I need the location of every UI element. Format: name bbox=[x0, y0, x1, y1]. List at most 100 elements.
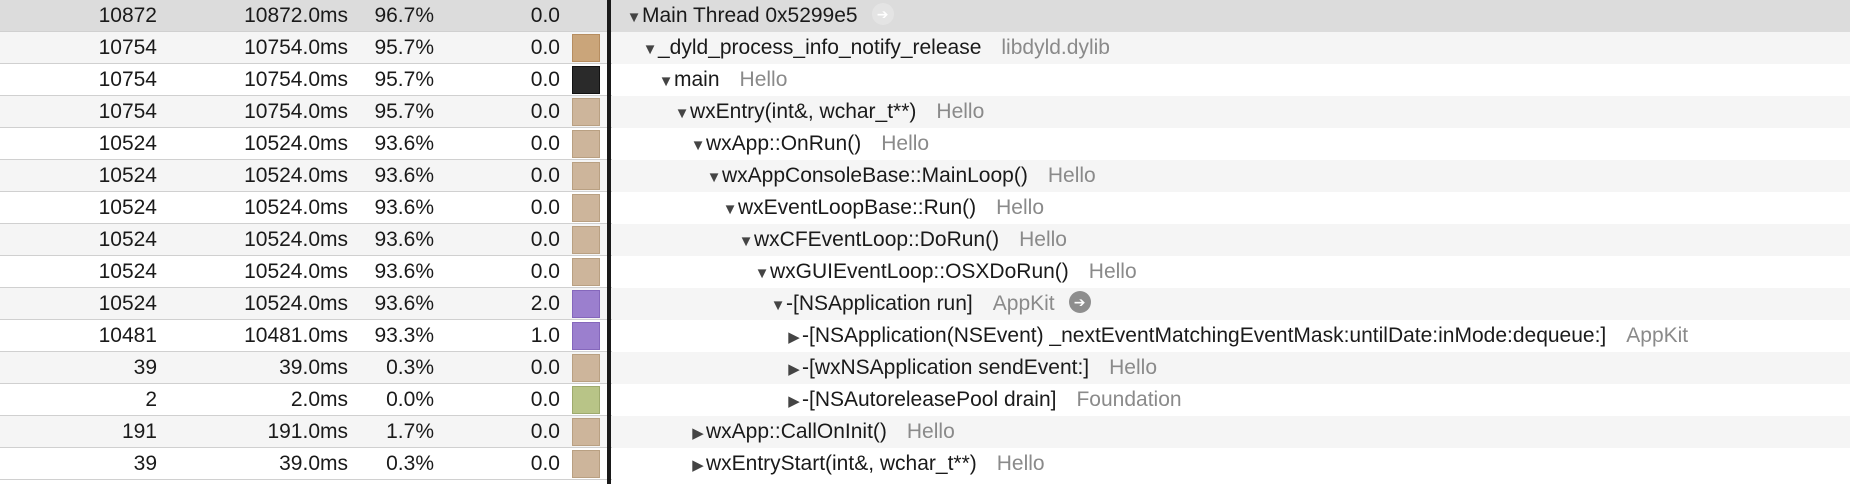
disclosure-expanded-icon[interactable]: ▼ bbox=[658, 66, 674, 98]
symbol-name: wxEntryStart(int&, wchar_t**) bbox=[706, 452, 977, 475]
library-icon-badge bbox=[572, 226, 600, 254]
library-icon bbox=[571, 416, 603, 448]
symbol-cell[interactable]: ▶ -[NSAutoreleasePool drain] Foundation bbox=[626, 384, 1850, 416]
disclosure-collapsed-icon[interactable]: ▶ bbox=[786, 322, 802, 354]
disclosure-expanded-icon[interactable]: ▼ bbox=[738, 226, 754, 258]
running-percent: 93.6% bbox=[374, 132, 434, 155]
focus-arrow-icon[interactable]: ➔ bbox=[871, 3, 894, 26]
foundation-icon bbox=[571, 384, 603, 416]
running-time: 10524.0ms bbox=[244, 164, 348, 187]
disclosure-expanded-icon[interactable]: ▼ bbox=[754, 258, 770, 290]
call-tree-row[interactable]: 10481 10481.0ms 93.3% 1.0 ▶ -[NSApplication(N… bbox=[0, 320, 1850, 352]
user-icon-badge bbox=[572, 66, 600, 94]
disclosure-collapsed-icon[interactable]: ▶ bbox=[786, 386, 802, 418]
library-icon-badge bbox=[572, 162, 600, 190]
self-weight: 0.0 bbox=[530, 452, 560, 475]
library-icon bbox=[571, 128, 603, 160]
symbol-cell[interactable]: ▼-[NSApplication run] AppKit ➔ bbox=[626, 288, 1850, 320]
library-name: Foundation bbox=[1076, 388, 1182, 411]
self-weight: 0.0 bbox=[530, 420, 560, 443]
call-tree-row[interactable]: 10754 10754.0ms 95.7% 0.0 ▼_dyld_process_inf… bbox=[0, 32, 1850, 64]
call-tree-row[interactable]: 10872 10872.0ms 96.7% 0.0 ▼Main Thread 0x529… bbox=[0, 0, 1850, 32]
symbol-cell[interactable]: ▼wxEntry(int&, wchar_t**) Hello bbox=[626, 96, 1850, 128]
library-icon bbox=[571, 224, 603, 256]
library-name: Hello bbox=[1047, 164, 1096, 187]
appkit-icon bbox=[571, 288, 603, 320]
symbol-name: -[NSAutoreleasePool drain] bbox=[802, 388, 1057, 411]
symbol-cell[interactable]: ▶ wxEntryStart(int&, wchar_t**) Hello bbox=[626, 448, 1850, 480]
sample-count: 2 bbox=[145, 388, 157, 411]
call-tree-row[interactable]: 10524 10524.0ms 93.6% 0.0 ▼wxCFEventLoop::Do… bbox=[0, 224, 1850, 256]
sample-count: 10524 bbox=[98, 132, 157, 155]
running-time: 10524.0ms bbox=[244, 228, 348, 251]
symbol-cell[interactable]: ▶ -[wxNSApplication sendEvent:] Hello bbox=[626, 352, 1850, 384]
disclosure-expanded-icon[interactable]: ▼ bbox=[770, 290, 786, 322]
disclosure-expanded-icon[interactable]: ▼ bbox=[706, 162, 722, 194]
library-name: Hello bbox=[1109, 356, 1157, 379]
self-weight: 2.0 bbox=[530, 292, 560, 315]
call-tree-row[interactable]: 191 191.0ms 1.7% 0.0 ▶ wxApp::CallOnInit() Hel… bbox=[0, 416, 1850, 448]
user-icon bbox=[571, 64, 603, 96]
library-name: Hello bbox=[881, 132, 930, 155]
library-icon-badge bbox=[572, 418, 600, 446]
focus-arrow-icon[interactable]: ➔ bbox=[1068, 291, 1091, 314]
disclosure-expanded-icon[interactable]: ▼ bbox=[626, 2, 642, 34]
self-weight: 0.0 bbox=[530, 228, 560, 251]
symbol-cell[interactable]: ▼wxCFEventLoop::DoRun() Hello bbox=[626, 224, 1850, 256]
column-divider[interactable] bbox=[607, 0, 611, 484]
running-percent: 95.7% bbox=[374, 36, 434, 59]
sample-count: 10754 bbox=[98, 68, 157, 91]
library-icon bbox=[571, 192, 603, 224]
disclosure-expanded-icon[interactable]: ▼ bbox=[642, 34, 658, 66]
appkit-icon-badge bbox=[572, 290, 600, 318]
appkit-icon-badge bbox=[572, 322, 600, 350]
symbol-cell[interactable]: ▼wxGUIEventLoop::OSXDoRun() Hello bbox=[626, 256, 1850, 288]
symbol-cell[interactable]: ▼wxApp::OnRun() Hello bbox=[626, 128, 1850, 160]
symbol-name: -[wxNSApplication sendEvent:] bbox=[802, 356, 1090, 379]
running-percent: 93.3% bbox=[374, 324, 434, 347]
disclosure-collapsed-icon[interactable]: ▶ bbox=[690, 450, 706, 482]
symbol-cell[interactable]: ▼wxAppConsoleBase::MainLoop() Hello bbox=[626, 160, 1850, 192]
running-percent: 93.6% bbox=[374, 260, 434, 283]
call-tree-row[interactable]: 39 39.0ms 0.3% 0.0 ▶ wxEntryStart(int&, wchar… bbox=[0, 448, 1850, 480]
disclosure-expanded-icon[interactable]: ▼ bbox=[674, 98, 690, 130]
gear-icon-badge bbox=[572, 34, 600, 62]
sample-count: 10524 bbox=[98, 164, 157, 187]
running-time: 10754.0ms bbox=[244, 68, 348, 91]
running-percent: 93.6% bbox=[374, 196, 434, 219]
running-time: 2.0ms bbox=[290, 388, 348, 411]
running-time: 39.0ms bbox=[279, 452, 348, 475]
disclosure-collapsed-icon[interactable]: ▶ bbox=[690, 418, 706, 450]
call-tree-row[interactable]: 10524 10524.0ms 93.6% 0.0 ▼wxGUIEventLoop::O… bbox=[0, 256, 1850, 288]
self-weight: 0.0 bbox=[530, 356, 560, 379]
call-tree-row[interactable]: 10754 10754.0ms 95.7% 0.0 ▼main Hello bbox=[0, 64, 1850, 96]
symbol-cell[interactable]: ▶ wxApp::CallOnInit() Hello bbox=[626, 416, 1850, 448]
symbol-cell[interactable]: ▼main Hello bbox=[626, 64, 1850, 96]
call-tree-row[interactable]: 39 39.0ms 0.3% 0.0 ▶ -[wxNSApplication sendEv… bbox=[0, 352, 1850, 384]
call-tree-row[interactable]: 10524 10524.0ms 93.6% 2.0 ▼-[NSApplication r… bbox=[0, 288, 1850, 320]
symbol-cell[interactable]: ▶ -[NSApplication(NSEvent) _nextEventMatc… bbox=[626, 320, 1850, 352]
call-tree-row[interactable]: 10524 10524.0ms 93.6% 0.0 ▼wxAppConsoleBase:… bbox=[0, 160, 1850, 192]
disclosure-expanded-icon[interactable]: ▼ bbox=[690, 130, 706, 162]
self-weight: 0.0 bbox=[530, 4, 560, 27]
call-tree-row[interactable]: 10524 10524.0ms 93.6% 0.0 ▼wxApp::OnRun() Hel… bbox=[0, 128, 1850, 160]
disclosure-expanded-icon[interactable]: ▼ bbox=[722, 194, 738, 226]
running-percent: 0.0% bbox=[386, 388, 434, 411]
call-tree-row[interactable]: 10754 10754.0ms 95.7% 0.0 ▼wxEntry(int&, wch… bbox=[0, 96, 1850, 128]
running-time: 10524.0ms bbox=[244, 292, 348, 315]
library-icon bbox=[571, 448, 603, 480]
symbol-cell[interactable]: ▼wxEventLoopBase::Run() Hello bbox=[626, 192, 1850, 224]
call-tree[interactable]: 10872 10872.0ms 96.7% 0.0 ▼Main Thread 0x529… bbox=[0, 0, 1850, 484]
self-weight: 1.0 bbox=[530, 324, 560, 347]
symbol-cell[interactable]: ▼Main Thread 0x5299e5 ➔ bbox=[626, 0, 1850, 32]
symbol-cell[interactable]: ▼_dyld_process_info_notify_release libdyl… bbox=[626, 32, 1850, 64]
appkit-icon bbox=[571, 320, 603, 352]
sample-count: 10524 bbox=[98, 292, 157, 315]
symbol-name: wxGUIEventLoop::OSXDoRun() bbox=[770, 260, 1069, 283]
call-tree-row[interactable]: 10524 10524.0ms 93.6% 0.0 ▼wxEventLoopBase::… bbox=[0, 192, 1850, 224]
symbol-name: -[NSApplication(NSEvent) _nextEventMatch… bbox=[802, 324, 1607, 347]
disclosure-collapsed-icon[interactable]: ▶ bbox=[786, 354, 802, 386]
call-tree-row[interactable]: 2 2.0ms 0.0% 0.0 ▶ -[NSAutoreleasePool drain]… bbox=[0, 384, 1850, 416]
running-percent: 1.7% bbox=[386, 420, 434, 443]
sample-count: 39 bbox=[133, 452, 157, 475]
